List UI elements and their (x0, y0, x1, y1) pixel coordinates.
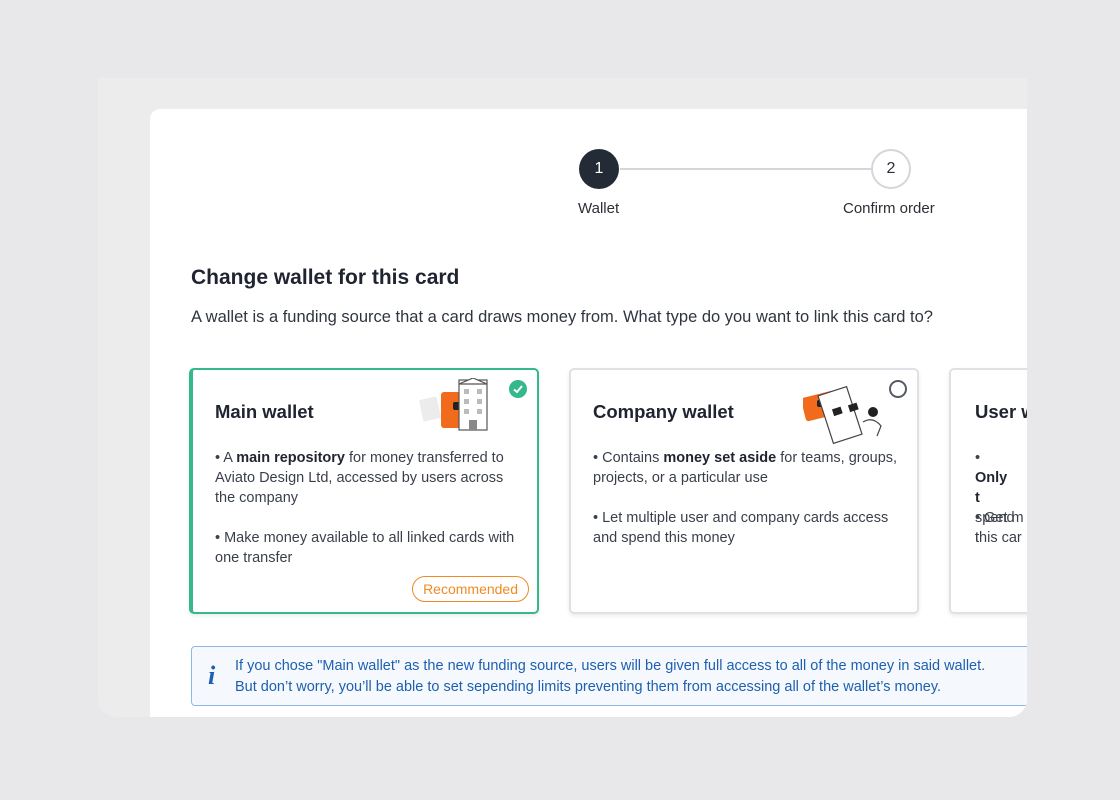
step-1-label: Wallet (578, 200, 620, 217)
wallet-cards-icon (801, 382, 887, 449)
card-bullet: • Make money available to all linked car… (215, 530, 515, 566)
info-text: If you chose "Main wallet" as the new fu… (235, 656, 985, 698)
card-bullet: • A main repository for money transferre… (215, 450, 504, 506)
wallet-radio[interactable] (889, 380, 907, 398)
card-bullet: • Contains money set aside for teams, gr… (593, 450, 898, 486)
info-icon: i (208, 661, 216, 690)
wallet-panel: 1 2 Wallet Confirm order Change wallet f… (150, 109, 1027, 717)
info-line-1: If you chose "Main wallet" as the new fu… (235, 658, 986, 674)
user-wallet-card[interactable]: User w • Only t spend t • Get m this car (949, 368, 1027, 614)
company-wallet-card[interactable]: Company wallet • Contains money set asid… (569, 368, 919, 614)
card-bullet: • Get m this car (975, 510, 1024, 546)
step-1-circle[interactable]: 1 (579, 149, 619, 189)
step-2-circle[interactable]: 2 (871, 149, 911, 189)
page-subtitle: A wallet is a funding source that a card… (191, 308, 933, 326)
selected-check-icon (509, 380, 527, 398)
step-2-label: Confirm order (843, 200, 935, 217)
card-title: Company wallet (593, 401, 734, 422)
info-line-2: But don’t worry, you’ll be able to set s… (235, 679, 942, 695)
stepper-line (620, 168, 872, 170)
info-box: i If you chose "Main wallet" as the new … (191, 646, 1027, 706)
card-bullet: • Let multiple user and company cards ac… (593, 510, 889, 546)
app-frame: 1 2 Wallet Confirm order Change wallet f… (98, 78, 1027, 717)
card-title: Main wallet (215, 401, 314, 422)
recommended-badge: Recommended (412, 576, 529, 602)
page-title: Change wallet for this card (191, 266, 460, 289)
stepper: 1 2 Wallet Confirm order (150, 109, 1027, 239)
wallet-building-icon (415, 377, 495, 439)
main-wallet-card[interactable]: Main wallet • A main repository for mone… (189, 368, 539, 614)
card-title: User w (975, 401, 1027, 422)
